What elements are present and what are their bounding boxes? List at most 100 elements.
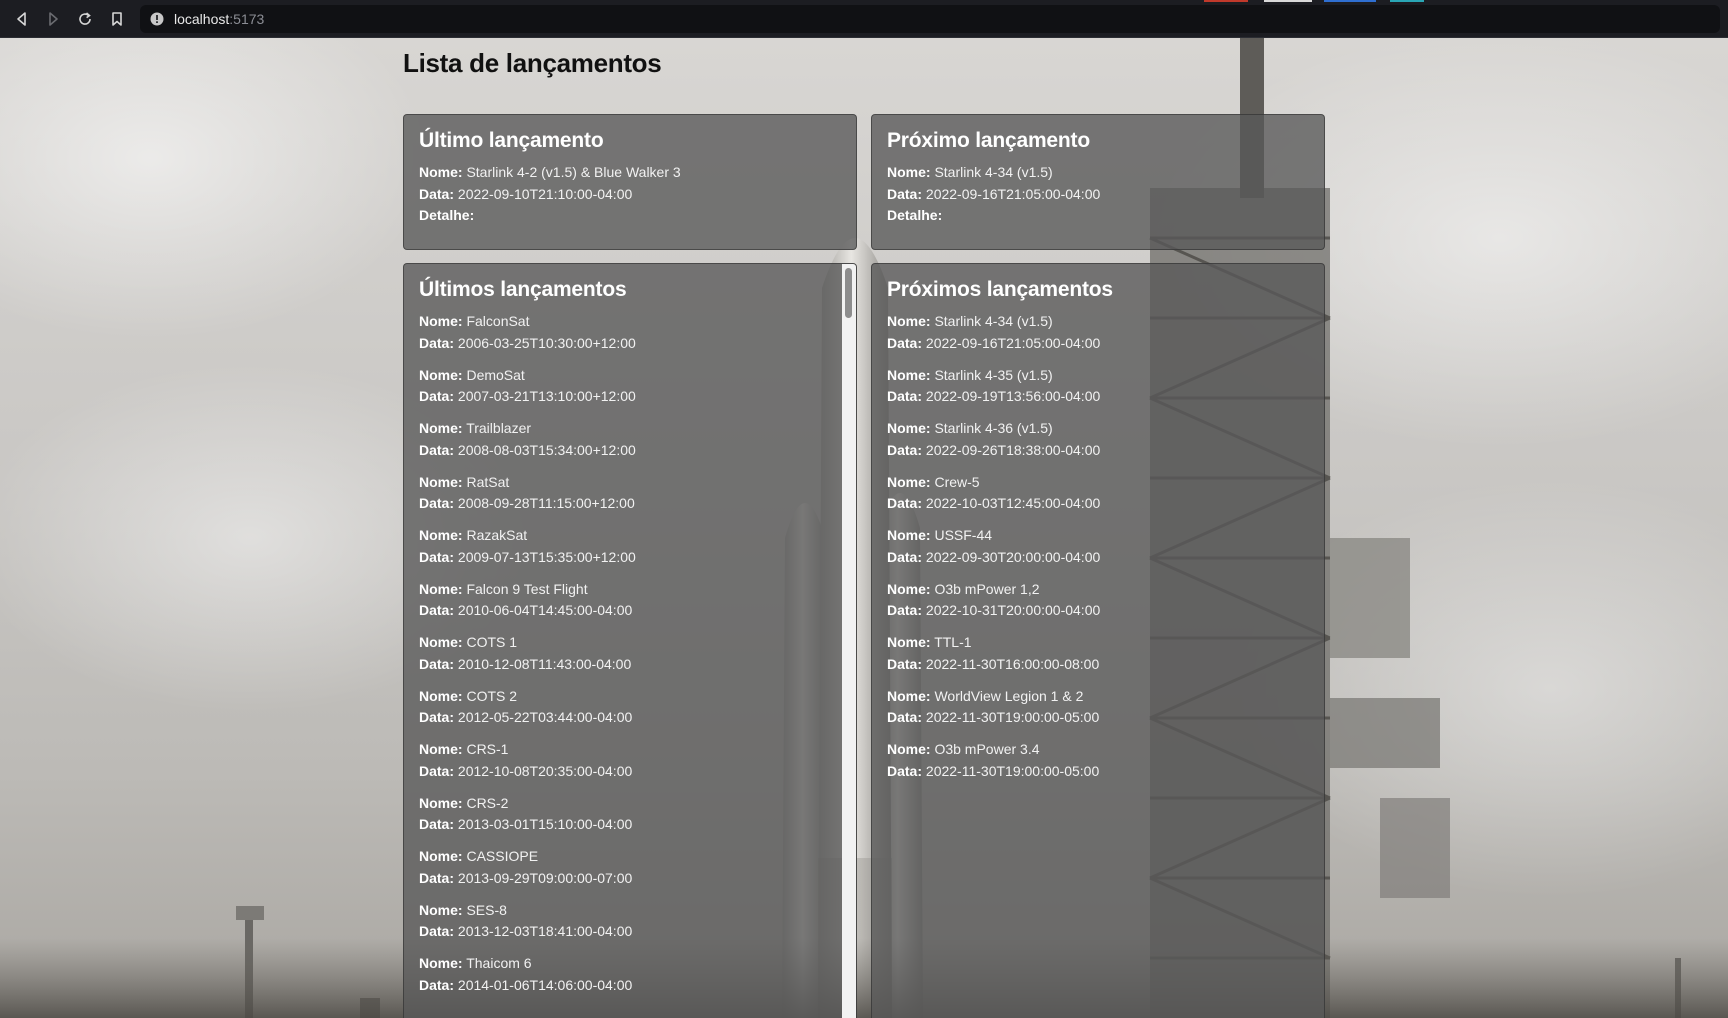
past-date-row: Data: 2007-03-21T13:10:00+12:00 xyxy=(419,386,830,408)
upcoming-launches-panel: Próximos lançamentos Nome: Starlink 4-34… xyxy=(871,263,1325,1018)
upcoming-list-item: Nome: Starlink 4-34 (v1.5) Data: 2022-09-… xyxy=(887,311,1309,354)
next-name: Starlink 4-34 (v1.5) xyxy=(934,164,1053,180)
past-name-row: Nome: SES-8 xyxy=(419,900,830,922)
site-info-icon[interactable] xyxy=(150,12,164,26)
back-icon[interactable] xyxy=(11,8,33,30)
past-list-item: Nome: RazakSat Data: 2009-07-13T15:35:00+… xyxy=(419,525,830,568)
past-launch-date: 2013-12-03T18:41:00-04:00 xyxy=(457,923,633,939)
past-name-row: Nome: DemoSat xyxy=(419,365,830,387)
past-launches-scrollbar[interactable] xyxy=(842,264,856,1018)
past-launch-name: SES-8 xyxy=(466,901,507,918)
past-name-row: Nome: RazakSat xyxy=(419,525,830,547)
latest-date-row: Data: 2022-09-10T21:10:00-04:00 xyxy=(419,184,841,206)
past-name-row: Nome: RatSat xyxy=(419,472,830,494)
next-launch-card: Próximo lançamento Nome: Starlink 4-34 (… xyxy=(871,114,1325,250)
upcoming-launch-name: WorldView Legion 1 & 2 xyxy=(934,687,1084,704)
past-launch-date: 2010-12-08T11:43:00-04:00 xyxy=(457,655,632,672)
latest-launch-card: Último lançamento Nome: Starlink 4-2 (v1… xyxy=(403,114,857,250)
upcoming-name-row: Nome: WorldView Legion 1 & 2 xyxy=(887,686,1309,708)
past-list-item: Nome: RatSat Data: 2008-09-28T11:15:00+12… xyxy=(419,472,830,515)
past-name-row: Nome: COTS 1 xyxy=(419,632,830,654)
past-list-item: Nome: SES-8 Data: 2013-12-03T18:41:00-04:… xyxy=(419,900,830,943)
next-detail-row: Detalhe: xyxy=(887,205,1309,227)
past-launches-panel[interactable]: Últimos lançamentos Nome: FalconSat Data:… xyxy=(403,263,857,1018)
past-launch-name: CASSIOPE xyxy=(466,848,539,864)
upcoming-list-item: Nome: O3b mPower 1,2 Data: 2022-10-31T20:… xyxy=(887,579,1309,622)
nome-label: Nome: xyxy=(419,164,463,180)
past-launch-name: COTS 1 xyxy=(466,634,518,650)
upcoming-date-row: Data: 2022-09-19T13:56:00-04:00 xyxy=(887,386,1309,408)
latest-date: 2022-09-10T21:10:00-04:00 xyxy=(457,185,633,202)
past-launches-list: Nome: FalconSat Data: 2006-03-25T10:30:00… xyxy=(419,311,830,996)
forward-icon[interactable] xyxy=(42,8,64,30)
upcoming-name-row: Nome: O3b mPower 1,2 xyxy=(887,579,1309,601)
nome-label: Nome: xyxy=(887,527,931,543)
upcoming-list-item: Nome: TTL-1 Data: 2022-11-30T16:00:00-08:… xyxy=(887,632,1309,675)
past-name-row: Nome: CRS-2 xyxy=(419,793,830,815)
bookmark-icon[interactable] xyxy=(106,8,128,30)
past-launch-date: 2013-09-29T09:00:00-07:00 xyxy=(457,869,633,886)
reload-icon[interactable] xyxy=(74,8,96,30)
data-label: Data: xyxy=(419,869,455,886)
nome-label: Nome: xyxy=(887,580,931,597)
upcoming-launch-date: 2022-10-03T12:45:00-04:00 xyxy=(925,495,1101,511)
upcoming-launch-name: Starlink 4-35 (v1.5) xyxy=(934,366,1053,383)
past-date-row: Data: 2012-10-08T20:35:00-04:00 xyxy=(419,761,830,783)
past-list-item: Nome: Thaicom 6 Data: 2014-01-06T14:06:00… xyxy=(419,953,830,996)
data-label: Data: xyxy=(419,762,455,779)
past-name-row: Nome: Trailblazer xyxy=(419,418,830,440)
nome-label: Nome: xyxy=(419,313,463,329)
upcoming-launch-name: Starlink 4-34 (v1.5) xyxy=(934,313,1053,329)
past-launch-date: 2008-08-03T15:34:00+12:00 xyxy=(457,441,636,458)
upcoming-list-item: Nome: Starlink 4-35 (v1.5) Data: 2022-09-… xyxy=(887,365,1309,408)
past-date-row: Data: 2012-05-22T03:44:00-04:00 xyxy=(419,707,830,729)
data-label: Data: xyxy=(419,388,455,404)
latest-launch-heading: Último lançamento xyxy=(419,129,604,152)
past-launch-date: 2008-09-28T11:15:00+12:00 xyxy=(457,495,635,511)
past-date-row: Data: 2010-06-04T14:45:00-04:00 xyxy=(419,600,830,622)
upcoming-launch-date: 2022-11-30T19:00:00-05:00 xyxy=(925,762,1100,779)
nome-label: Nome: xyxy=(419,580,463,597)
past-launch-date: 2007-03-21T13:10:00+12:00 xyxy=(457,388,636,404)
nome-label: Nome: xyxy=(887,420,931,436)
upcoming-list-item: Nome: O3b mPower 3.4 Data: 2022-11-30T19:… xyxy=(887,739,1309,782)
upcoming-date-row: Data: 2022-11-30T19:00:00-05:00 xyxy=(887,707,1309,729)
past-date-row: Data: 2013-03-01T15:10:00-04:00 xyxy=(419,814,830,836)
upcoming-launch-date: 2022-09-19T13:56:00-04:00 xyxy=(925,388,1101,404)
upcoming-date-row: Data: 2022-10-03T12:45:00-04:00 xyxy=(887,493,1309,515)
scrollbar-thumb[interactable] xyxy=(845,268,852,318)
detalhe-label: Detalhe: xyxy=(887,207,943,223)
data-label: Data: xyxy=(419,655,455,672)
nome-label: Nome: xyxy=(887,687,931,704)
past-name-row: Nome: Thaicom 6 xyxy=(419,953,830,975)
data-label: Data: xyxy=(419,334,455,351)
past-launch-name: CRS-2 xyxy=(466,794,509,811)
upcoming-launch-name: Crew-5 xyxy=(934,473,980,490)
nome-label: Nome: xyxy=(419,794,463,811)
nome-label: Nome: xyxy=(419,687,463,704)
next-date: 2022-09-16T21:05:00-04:00 xyxy=(925,185,1101,202)
upcoming-name-row: Nome: Starlink 4-36 (v1.5) xyxy=(887,418,1309,440)
past-launch-name: COTS 2 xyxy=(466,687,518,704)
upcoming-date-row: Data: 2022-09-30T20:00:00-04:00 xyxy=(887,547,1309,569)
past-list-item: Nome: CRS-1 Data: 2012-10-08T20:35:00-04:… xyxy=(419,739,830,782)
upcoming-name-row: Nome: Starlink 4-35 (v1.5) xyxy=(887,365,1309,387)
upcoming-launch-date: 2022-11-30T16:00:00-08:00 xyxy=(925,655,1100,672)
past-date-row: Data: 2013-09-29T09:00:00-07:00 xyxy=(419,868,830,890)
past-list-item: Nome: CRS-2 Data: 2013-03-01T15:10:00-04:… xyxy=(419,793,830,836)
data-label: Data: xyxy=(887,495,923,511)
past-date-row: Data: 2013-12-03T18:41:00-04:00 xyxy=(419,921,830,943)
nome-label: Nome: xyxy=(419,366,463,383)
page-viewport: Lista de lançamentos Último lançamento N… xyxy=(0,38,1728,1018)
upcoming-name-row: Nome: USSF-44 xyxy=(887,525,1309,547)
past-launch-name: Falcon 9 Test Flight xyxy=(466,580,588,597)
past-list-item: Nome: FalconSat Data: 2006-03-25T10:30:00… xyxy=(419,311,830,354)
data-label: Data: xyxy=(419,548,455,565)
nome-label: Nome: xyxy=(419,741,463,757)
upcoming-date-row: Data: 2022-11-30T16:00:00-08:00 xyxy=(887,654,1309,676)
past-name-row: Nome: CASSIOPE xyxy=(419,846,830,868)
past-launch-date: 2013-03-01T15:10:00-04:00 xyxy=(457,816,633,832)
past-list-item: Nome: Falcon 9 Test Flight Data: 2010-06-… xyxy=(419,579,830,622)
past-launch-name: FalconSat xyxy=(466,313,530,329)
address-bar[interactable]: localhost:5173 xyxy=(140,5,1720,33)
